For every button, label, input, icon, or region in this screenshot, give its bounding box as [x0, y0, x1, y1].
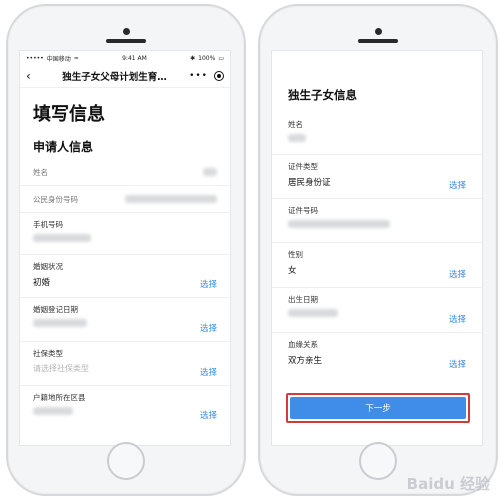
- field-label: 证件号码: [288, 206, 318, 215]
- signal-icon: •••••: [26, 54, 44, 62]
- blurred-value: [288, 309, 338, 317]
- page-title: 独生子女信息: [288, 88, 357, 102]
- section-title: 申请人信息: [33, 140, 94, 154]
- blurred-value: [33, 407, 73, 415]
- field-value: [288, 134, 466, 145]
- select-link[interactable]: 选择: [449, 358, 466, 370]
- battery-icon: ▭: [218, 54, 224, 62]
- blurred-value: [288, 134, 306, 142]
- field-label: 婚姻登记日期: [33, 305, 78, 314]
- wifi-icon: ≈: [73, 54, 79, 62]
- select-link[interactable]: 选择: [200, 366, 217, 378]
- field-placeholder: 请选择社保类型: [33, 364, 89, 373]
- field-id-type[interactable]: 证件类型 居民身份证 选择: [272, 155, 482, 199]
- field-label: 婚姻状况: [33, 262, 63, 271]
- battery-percent: 100%: [198, 54, 216, 62]
- select-link[interactable]: 选择: [449, 179, 466, 191]
- close-target-icon[interactable]: [214, 71, 224, 81]
- more-icon[interactable]: •••: [189, 71, 208, 81]
- field-social-security[interactable]: 社保类型 请选择社保类型 选择: [20, 342, 230, 386]
- right-phone: 独生子女信息 姓名 证件类型 居民身份证 选择 证件号码 性别 女 选择 出生日…: [258, 4, 498, 496]
- field-value: [33, 319, 217, 330]
- status-bar: ••••• 中国移动 ≈ 9:41 AM ✱ 100% ▭: [20, 51, 230, 65]
- field-marriage-date[interactable]: 婚姻登记日期 选择: [20, 298, 230, 342]
- highlight-box: 下一步: [286, 393, 470, 423]
- blurred-value: [203, 168, 217, 176]
- camera-dot: [123, 28, 130, 35]
- watermark: Baidu 经验: [406, 475, 490, 493]
- left-phone: ••••• 中国移动 ≈ 9:41 AM ✱ 100% ▭ ‹ 独生子女父母计划…: [6, 4, 246, 496]
- field-label: 公民身份号码: [33, 194, 78, 204]
- mini-program-capsule: •••: [189, 71, 224, 81]
- field-value: [33, 407, 217, 418]
- field-child-name[interactable]: 姓名: [272, 113, 482, 155]
- bluetooth-icon: ✱: [190, 54, 196, 62]
- field-phone[interactable]: 手机号码: [20, 213, 230, 255]
- field-value: 女: [288, 266, 297, 276]
- field-marital-status[interactable]: 婚姻状况 初婚 选择: [20, 255, 230, 298]
- right-screen: 独生子女信息 姓名 证件类型 居民身份证 选择 证件号码 性别 女 选择 出生日…: [271, 50, 483, 446]
- select-link[interactable]: 选择: [449, 313, 466, 325]
- select-link[interactable]: 选择: [200, 409, 217, 421]
- nav-title: 独生子女父母计划生育…: [62, 72, 167, 83]
- field-label: 出生日期: [288, 295, 318, 304]
- field-value: 双方亲生: [288, 356, 323, 366]
- clock: 9:41 AM: [122, 54, 147, 62]
- field-label: 性别: [288, 250, 303, 259]
- field-label: 姓名: [33, 167, 48, 177]
- field-label: 血缘关系: [288, 340, 318, 349]
- field-label: 社保类型: [33, 349, 63, 358]
- field-value: [288, 220, 466, 231]
- earpiece: [106, 39, 146, 43]
- blurred-value: [125, 195, 217, 203]
- field-value: [288, 309, 466, 320]
- field-value: 初婚: [33, 278, 51, 288]
- left-screen: ••••• 中国移动 ≈ 9:41 AM ✱ 100% ▭ ‹ 独生子女父母计划…: [19, 50, 231, 446]
- field-value: 居民身份证: [288, 178, 331, 188]
- home-button[interactable]: [359, 442, 397, 480]
- field-birth-date[interactable]: 出生日期 选择: [272, 288, 482, 333]
- field-household-district[interactable]: 户籍地所在区县 选择: [20, 386, 230, 428]
- nav-bar: ‹ 独生子女父母计划生育… •••: [20, 65, 230, 88]
- page-title: 填写信息: [33, 104, 105, 125]
- chevron-left-icon[interactable]: ‹: [26, 69, 40, 83]
- home-button[interactable]: [107, 442, 145, 480]
- field-gender[interactable]: 性别 女 选择: [272, 243, 482, 288]
- camera-dot: [375, 28, 382, 35]
- blurred-value: [33, 234, 91, 242]
- field-id-number: 公民身份号码: [20, 186, 230, 213]
- next-button[interactable]: 下一步: [290, 397, 466, 419]
- earpiece: [358, 39, 398, 43]
- field-name: 姓名: [20, 159, 230, 186]
- select-link[interactable]: 选择: [449, 268, 466, 280]
- field-label: 证件类型: [288, 162, 318, 171]
- blurred-value: [288, 220, 390, 228]
- field-label: 手机号码: [33, 220, 63, 229]
- field-label: 户籍地所在区县: [33, 393, 86, 402]
- blurred-value: [33, 319, 87, 327]
- carrier: 中国移动: [46, 55, 71, 63]
- field-label: 姓名: [288, 120, 303, 129]
- select-link[interactable]: 选择: [200, 278, 217, 290]
- field-blood-relation[interactable]: 血缘关系 双方亲生 选择: [272, 333, 482, 377]
- field-value: [33, 234, 217, 245]
- select-link[interactable]: 选择: [200, 322, 217, 334]
- field-id-number[interactable]: 证件号码: [272, 199, 482, 243]
